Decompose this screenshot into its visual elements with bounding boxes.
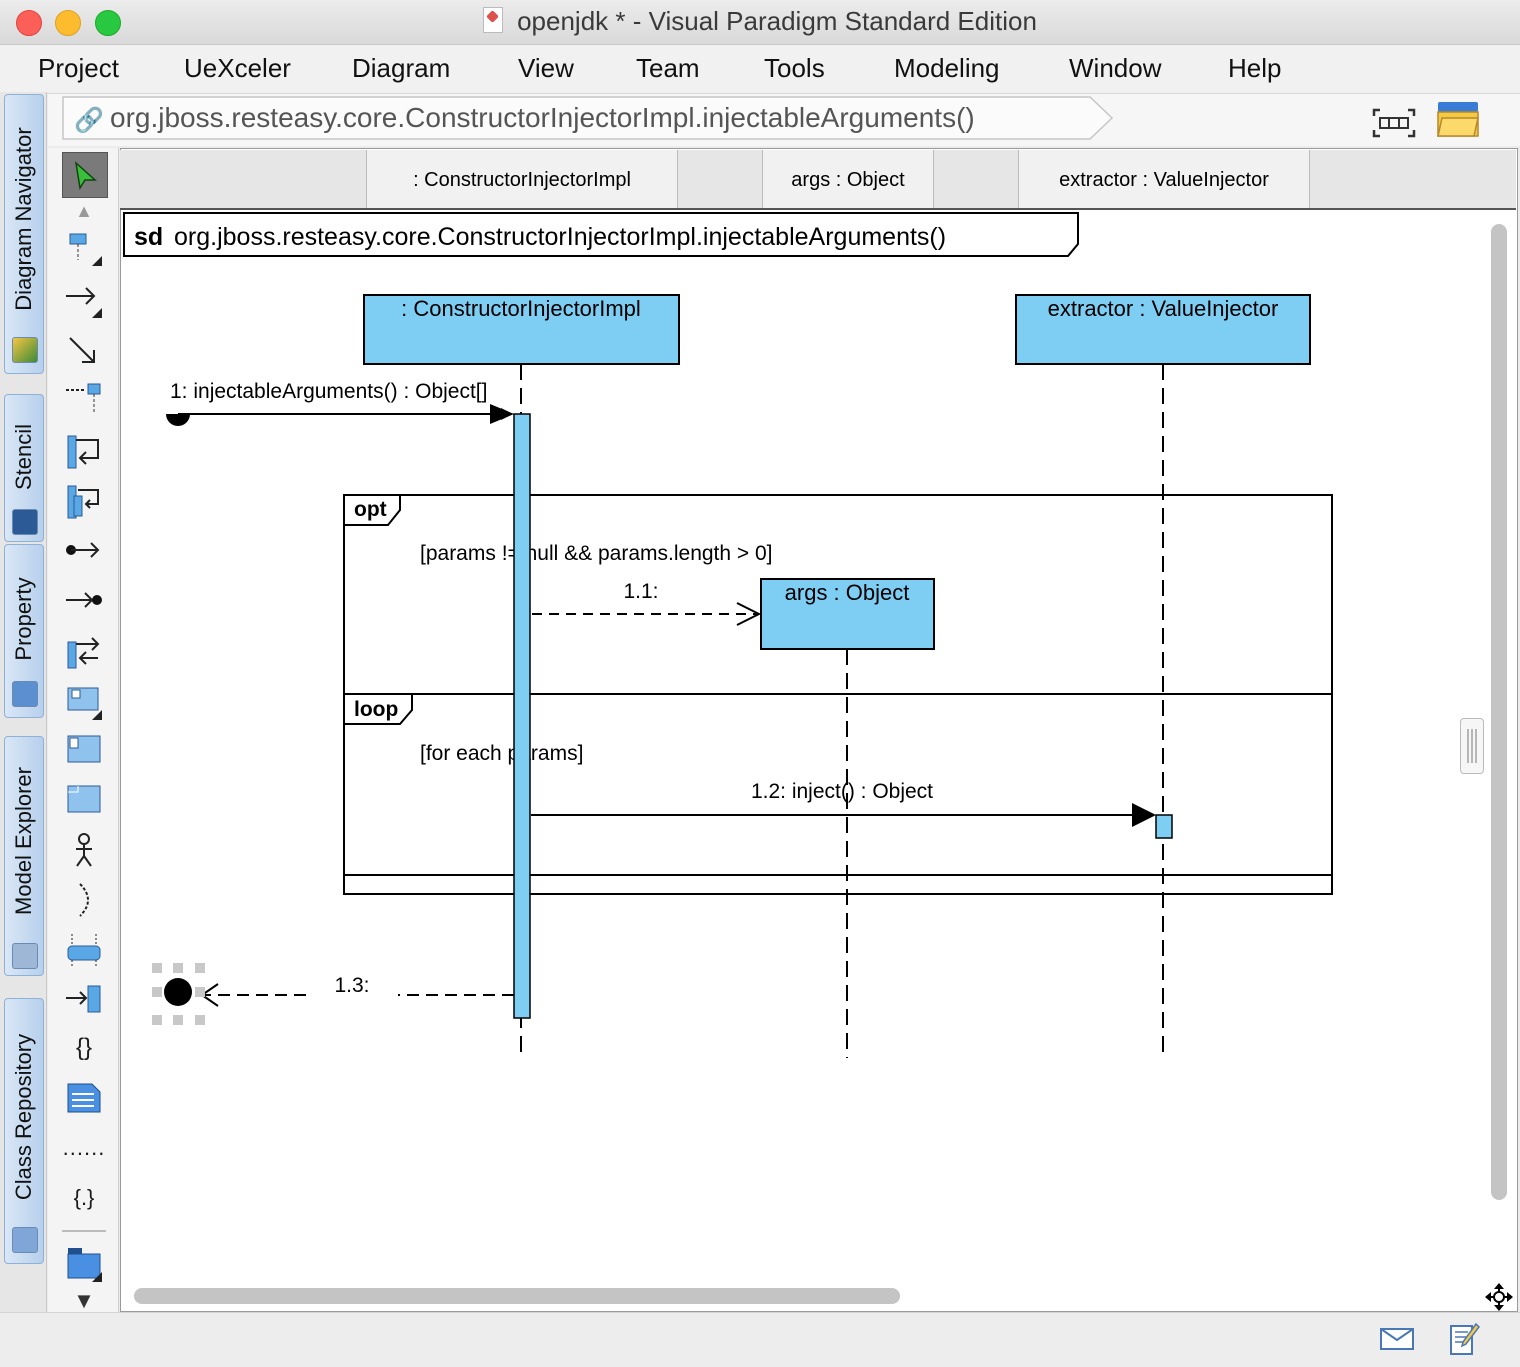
tab-property[interactable]: Property [4,544,44,718]
notes-icon[interactable] [1448,1322,1480,1356]
continuation-tool-icon[interactable] [64,978,104,1018]
lifeline-args[interactable]: args : Object [760,578,935,650]
fit-to-window-icon[interactable] [1372,108,1416,138]
window-title: openjdk * - Visual Paradigm Standard Edi… [517,6,1037,36]
message-tool-icon[interactable] [64,282,104,322]
opt-guard-label: [params != null && params.length > 0] [420,542,773,565]
comment-tool-icon[interactable] [64,1078,104,1118]
constraint-tool-icon[interactable]: {} [64,1028,104,1068]
menu-window[interactable]: Window [1069,53,1161,84]
tab-diagram-navigator[interactable]: Diagram Navigator [4,94,44,374]
loop-guard-label: [for each params] [420,742,583,765]
palette-divider [62,1230,106,1236]
lifeline-extractor-label: extractor : ValueInjector [1048,296,1279,321]
loop-operator-label: loop [354,698,398,721]
boundary-tool-icon[interactable] [64,880,104,920]
found-message-tool-icon[interactable] [64,530,104,570]
lane-header-extractor[interactable]: extractor : ValueInjector [1018,150,1310,208]
lifeline-tool-icon[interactable] [64,230,104,270]
mail-icon[interactable] [1380,1328,1414,1350]
menu-uexceler[interactable]: UeXceler [184,53,291,84]
frame-keyword: sd [134,223,163,251]
menu-team[interactable]: Team [636,53,700,84]
reentrant-message-tool-icon[interactable] [64,632,104,672]
tab-class-repository[interactable]: Class Repository [4,998,44,1264]
menu-bar: Project UeXceler Diagram View Team Tools… [0,45,1520,94]
open-folder-icon[interactable] [1436,100,1480,140]
note-activation-tool-icon[interactable] [64,682,104,722]
message-1-2-inject[interactable]: 1.2: inject() : Object [531,780,1156,827]
frame-tool-icon[interactable] [64,730,104,770]
message-1-3-return[interactable]: 1.3: [152,963,514,1025]
link-icon: 🔗 [74,107,104,134]
tab-stencil[interactable]: Stencil [4,394,44,542]
interaction-frame-label[interactable]: sd org.jboss.resteasy.core.ConstructorIn… [123,212,1079,257]
lifeline-args-label: args : Object [785,580,910,605]
message-1-injectable-arguments[interactable]: 1: injectableArguments() : Object[] [166,380,514,426]
duration-message-tool-icon[interactable] [64,332,104,372]
sequence-diagram: sd org.jboss.resteasy.core.ConstructorIn… [123,212,1333,1058]
lifeline-constructor-injector[interactable]: : ConstructorInjectorImpl [363,294,680,365]
self-message-tool-icon[interactable] [64,432,104,472]
diagram-navigator-icon [12,337,38,363]
gate-tool-icon[interactable] [64,930,104,970]
message-1-2-label: 1.2: inject() : Object [751,780,933,803]
pan-move-icon[interactable] [1484,1282,1514,1312]
menu-tools[interactable]: Tools [764,53,825,84]
anchor-tool-icon[interactable]: ...... [63,1128,105,1168]
menu-modeling[interactable]: Modeling [894,53,1000,84]
lifeline-constructor-injector-label: : ConstructorInjectorImpl [401,296,641,321]
palette-scroll-up-icon[interactable]: ▲ [64,198,104,224]
message-1-label: 1: injectableArguments() : Object[] [170,380,487,403]
create-message-tool-icon[interactable] [64,380,104,420]
breadcrumb[interactable]: 🔗 org.jboss.resteasy.core.ConstructorInj… [62,96,1114,140]
tab-property-label: Property [11,577,36,661]
lifeline-extractor[interactable]: extractor : ValueInjector [1015,294,1311,365]
class-repository-icon [12,1227,38,1253]
property-icon [12,681,38,707]
menu-help[interactable]: Help [1228,53,1281,84]
combined-fragment-loop[interactable]: loop [for each params] [343,693,1332,765]
message-1-3-label: 1.3: [334,974,369,997]
stencil-icon [12,509,38,535]
interaction-use-tool-icon[interactable] [64,780,104,820]
lane-header-args[interactable]: args : Object [762,150,934,208]
panel-splitter-grip[interactable] [1460,718,1484,774]
menu-view[interactable]: View [518,53,574,84]
diagram-toolbar-palette: ▲ {} ...... {.} ▼ [48,148,119,1318]
vertical-scrollbar-thumb[interactable] [1491,224,1507,1200]
lost-message-tool-icon[interactable] [64,580,104,620]
window-title-area: openjdk * - Visual Paradigm Standard Edi… [0,6,1520,37]
tab-model-explorer-label: Model Explorer [11,767,36,915]
status-bar [0,1312,1520,1367]
select-tool-icon[interactable] [62,152,108,198]
lane-header-constructor-injector[interactable]: : ConstructorInjectorImpl [366,150,678,208]
frame-title: org.jboss.resteasy.core.ConstructorInjec… [174,223,946,251]
code-tool-icon[interactable]: {.} [64,1178,104,1218]
message-1-1-create[interactable]: 1.1: [532,580,762,626]
breadcrumb-text: org.jboss.resteasy.core.ConstructorInjec… [110,102,975,133]
activation-extractor[interactable] [1155,814,1173,839]
horizontal-scrollbar-thumb[interactable] [134,1288,900,1304]
menu-project[interactable]: Project [38,53,119,84]
tab-stencil-label: Stencil [11,423,36,491]
menu-diagram[interactable]: Diagram [352,53,450,84]
tab-model-explorer[interactable]: Model Explorer [4,736,44,976]
message-1-1-label: 1.1: [623,580,658,603]
opt-operator-label: opt [354,498,387,521]
project-file-icon [483,7,504,33]
tab-class-repository-label: Class Repository [11,1033,36,1201]
package-tool-icon[interactable] [64,1244,104,1284]
actor-tool-icon[interactable] [64,830,104,870]
lifeline-header-bar: : ConstructorInjectorImpl args : Object … [120,150,1516,210]
model-explorer-icon [12,943,38,969]
tab-diagram-navigator-label: Diagram Navigator [11,127,36,311]
recursive-message-tool-icon[interactable] [64,482,104,522]
side-panel-tabs: Diagram Navigator Stencil Property Model… [0,92,47,1312]
activation-constructor-injector[interactable] [513,413,531,1019]
